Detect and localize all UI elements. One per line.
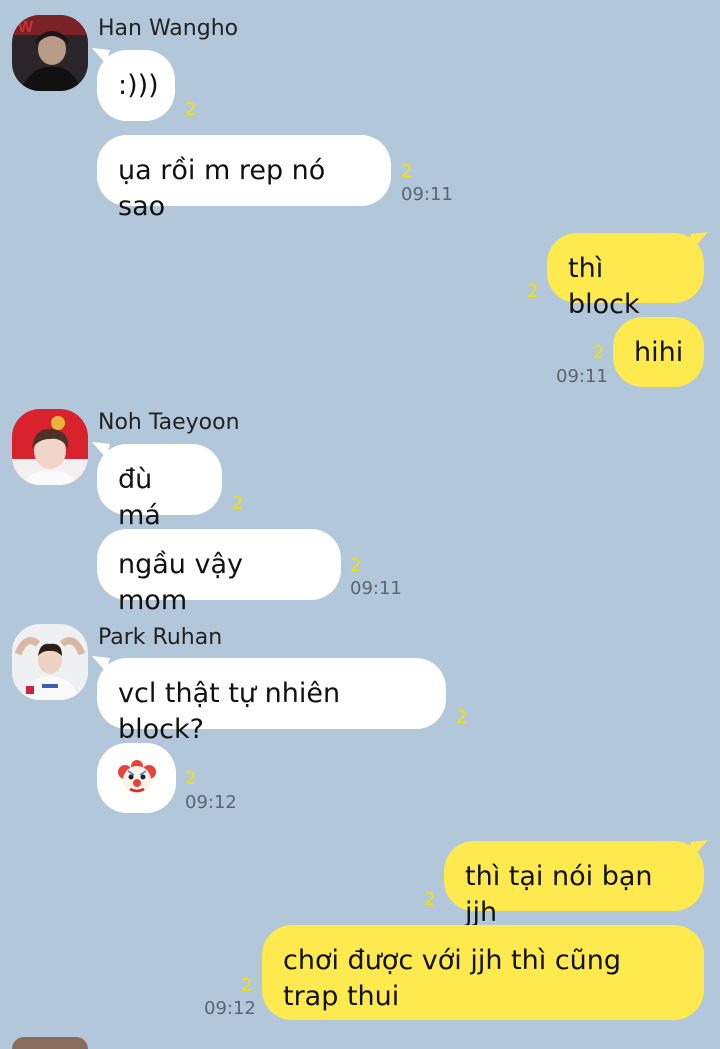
unread-count: 2: [527, 281, 539, 302]
message-bubble[interactable]: ngầu vậy mom: [97, 529, 341, 616]
timestamp: 09:12: [204, 998, 256, 1019]
message-text: chơi được với jjh thì cũng trap thui: [283, 945, 622, 1012]
message-text: :))): [118, 70, 159, 101]
unread-count: 2: [232, 493, 244, 514]
avatar-noh-taeyoon[interactable]: [12, 409, 88, 485]
message-bubble[interactable]: thì block: [547, 233, 704, 320]
sender-name: Han Wangho: [98, 16, 239, 41]
message-bubble[interactable]: chơi được với jjh thì cũng trap thui: [262, 925, 704, 1020]
message-text: thì tại nói bạn jjh: [465, 861, 653, 928]
timestamp: 09:11: [350, 578, 402, 599]
message-bubble[interactable]: thì tại nói bạn jjh: [444, 841, 704, 928]
timestamp: 09:11: [556, 366, 608, 387]
message-bubble[interactable]: ụa rồi m rep nó sao: [97, 135, 391, 222]
unread-count: 2: [456, 707, 468, 728]
message-text: ụa rồi m rep nó sao: [118, 155, 326, 222]
clown-face-emoji: [117, 760, 156, 794]
timestamp: 09:12: [185, 792, 237, 813]
message-bubble[interactable]: :))): [97, 50, 175, 121]
unread-count: 2: [185, 768, 197, 789]
message-text: đù má: [118, 464, 161, 531]
unread-count: 2: [593, 342, 605, 363]
sender-name: Park Ruhan: [98, 625, 223, 650]
unread-count: 2: [185, 99, 197, 120]
message-text: vcl thật tự nhiên block?: [118, 678, 341, 745]
avatar-partial[interactable]: [12, 1037, 88, 1049]
unread-count: 2: [241, 975, 253, 996]
avatar-park-ruhan[interactable]: [12, 624, 88, 700]
message-bubble[interactable]: vcl thật tự nhiên block?: [97, 658, 446, 745]
message-text: ngầu vậy mom: [118, 549, 243, 616]
unread-count: 2: [401, 161, 413, 182]
timestamp: 09:11: [401, 184, 453, 205]
message-bubble[interactable]: hihi: [613, 317, 704, 387]
svg-text:W: W: [18, 19, 34, 36]
avatar-han-wangho[interactable]: W: [12, 15, 88, 91]
message-bubble[interactable]: đù má: [97, 444, 222, 531]
unread-count: 2: [424, 889, 436, 910]
sender-name: Noh Taeyoon: [98, 410, 240, 435]
message-text: thì block: [568, 253, 640, 320]
unread-count: 2: [350, 555, 362, 576]
message-text: hihi: [634, 337, 684, 368]
emoji-message-bubble[interactable]: [97, 743, 176, 813]
